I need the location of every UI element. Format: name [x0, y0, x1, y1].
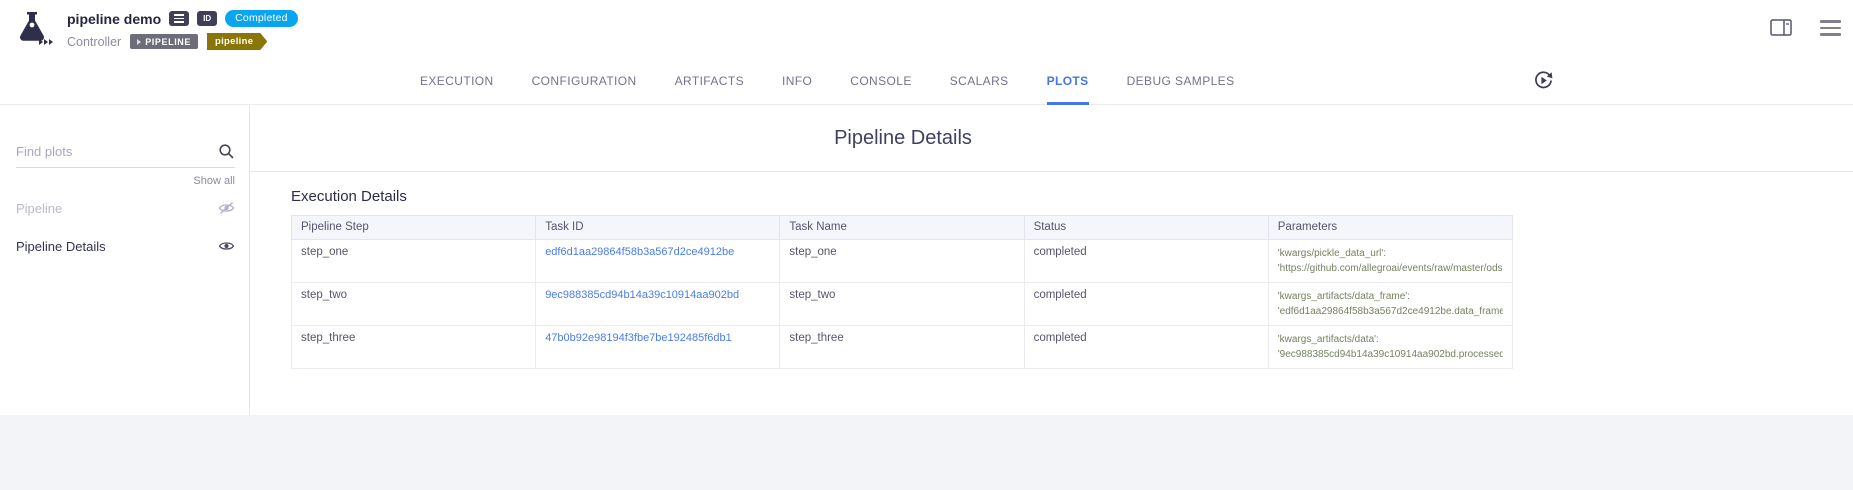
tab-artifacts[interactable]: ARTIFACTS	[675, 57, 744, 105]
cell-step: step_three	[292, 326, 536, 369]
tab-info[interactable]: INFO	[782, 57, 812, 105]
col-status: Status	[1024, 216, 1268, 240]
search-icon[interactable]	[218, 143, 235, 160]
sidebar-item-pipeline[interactable]: Pipeline	[16, 191, 235, 225]
sidebar-item-label: Pipeline	[16, 201, 62, 216]
cell-parameters: 'kwargs_artifacts/data': '9ec988385cd94b…	[1268, 326, 1512, 369]
param-value: 'edf6d1aa29864f58b3a567d2ce4912be.data_f…	[1278, 304, 1503, 319]
task-id-link[interactable]: edf6d1aa29864f58b3a567d2ce4912be	[545, 246, 734, 258]
status-badge: Completed	[225, 10, 298, 27]
task-id-link[interactable]: 9ec988385cd94b14a39c10914aa902bd	[545, 289, 739, 301]
plot-card-header: Pipeline Details	[250, 105, 1853, 172]
execution-details-section: Execution Details Pipeline Step Task ID …	[291, 188, 1853, 369]
cell-status: completed	[1024, 283, 1268, 326]
tab-scalars[interactable]: SCALARS	[950, 57, 1009, 105]
param-key: 'kwargs/pickle_data_url':	[1278, 246, 1503, 261]
tab-bar: EXECUTION CONFIGURATION ARTIFACTS INFO C…	[0, 57, 1853, 105]
task-title-block: pipeline demo ID Completed Controller PI…	[67, 10, 298, 50]
menu-icon[interactable]	[1818, 18, 1843, 38]
type-badge: PIPELINE	[130, 34, 198, 49]
task-subtitle: Controller	[67, 35, 121, 49]
plots-sidebar: Show all Pipeline Pipeline Details	[0, 105, 250, 415]
table-header-row: Pipeline Step Task ID Task Name Status P…	[292, 216, 1513, 240]
cell-status: completed	[1024, 326, 1268, 369]
app-header: pipeline demo ID Completed Controller PI…	[0, 0, 1853, 57]
show-all-link[interactable]: Show all	[16, 175, 235, 187]
table-row: step_one edf6d1aa29864f58b3a567d2ce4912b…	[292, 240, 1513, 283]
cell-parameters: 'kwargs/pickle_data_url': 'https://githu…	[1268, 240, 1512, 283]
auto-refresh-icon[interactable]	[1533, 70, 1554, 96]
section-title: Execution Details	[291, 188, 1853, 205]
col-pipeline-step: Pipeline Step	[292, 216, 536, 240]
plot-search	[16, 143, 235, 168]
output-icon[interactable]	[169, 11, 189, 26]
cell-step: step_one	[292, 240, 536, 283]
param-value: '9ec988385cd94b14a39c10914aa902bd.proces…	[1278, 347, 1503, 362]
plot-title: Pipeline Details	[250, 105, 1556, 171]
tab-debug-samples[interactable]: DEBUG SAMPLES	[1127, 57, 1235, 105]
table-row: step_three 47b0b92e98194f3fbe7be192485f6…	[292, 326, 1513, 369]
task-title: pipeline demo	[67, 11, 161, 27]
tab-console[interactable]: CONSOLE	[850, 57, 911, 105]
type-badge-label: PIPELINE	[145, 37, 191, 47]
cell-parameters: 'kwargs_artifacts/data_frame': 'edf6d1aa…	[1268, 283, 1512, 326]
cell-task-name: step_three	[780, 326, 1024, 369]
sidebar-item-pipeline-details[interactable]: Pipeline Details	[16, 229, 235, 263]
cell-task-name: step_one	[780, 240, 1024, 283]
eye-off-icon[interactable]	[218, 201, 235, 215]
param-value: 'https://github.com/allegroai/events/raw…	[1278, 261, 1503, 276]
details-panel-icon[interactable]	[1770, 19, 1792, 36]
chevron-right-icon	[137, 39, 141, 45]
search-input[interactable]	[16, 144, 218, 159]
plots-panel: Pipeline Details Execution Details Pipel…	[250, 105, 1853, 415]
tag-badge: pipeline	[207, 33, 267, 50]
task-id-link[interactable]: 47b0b92e98194f3fbe7be192485f6db1	[545, 332, 732, 344]
col-task-name: Task Name	[780, 216, 1024, 240]
col-task-id: Task ID	[536, 216, 780, 240]
eye-icon[interactable]	[218, 239, 235, 253]
execution-details-table: Pipeline Step Task ID Task Name Status P…	[291, 215, 1513, 369]
param-key: 'kwargs_artifacts/data':	[1278, 332, 1503, 347]
tab-plots[interactable]: PLOTS	[1047, 57, 1089, 105]
tab-execution[interactable]: EXECUTION	[420, 57, 494, 105]
cell-step: step_two	[292, 283, 536, 326]
id-badge[interactable]: ID	[197, 11, 217, 26]
table-row: step_two 9ec988385cd94b14a39c10914aa902b…	[292, 283, 1513, 326]
sidebar-item-label: Pipeline Details	[16, 239, 106, 254]
col-parameters: Parameters	[1268, 216, 1512, 240]
param-key: 'kwargs_artifacts/data_frame':	[1278, 289, 1503, 304]
cell-status: completed	[1024, 240, 1268, 283]
tab-configuration[interactable]: CONFIGURATION	[532, 57, 637, 105]
cell-task-name: step_two	[780, 283, 1024, 326]
clearml-logo-icon[interactable]	[10, 6, 58, 50]
text-lines-icon	[174, 14, 184, 23]
